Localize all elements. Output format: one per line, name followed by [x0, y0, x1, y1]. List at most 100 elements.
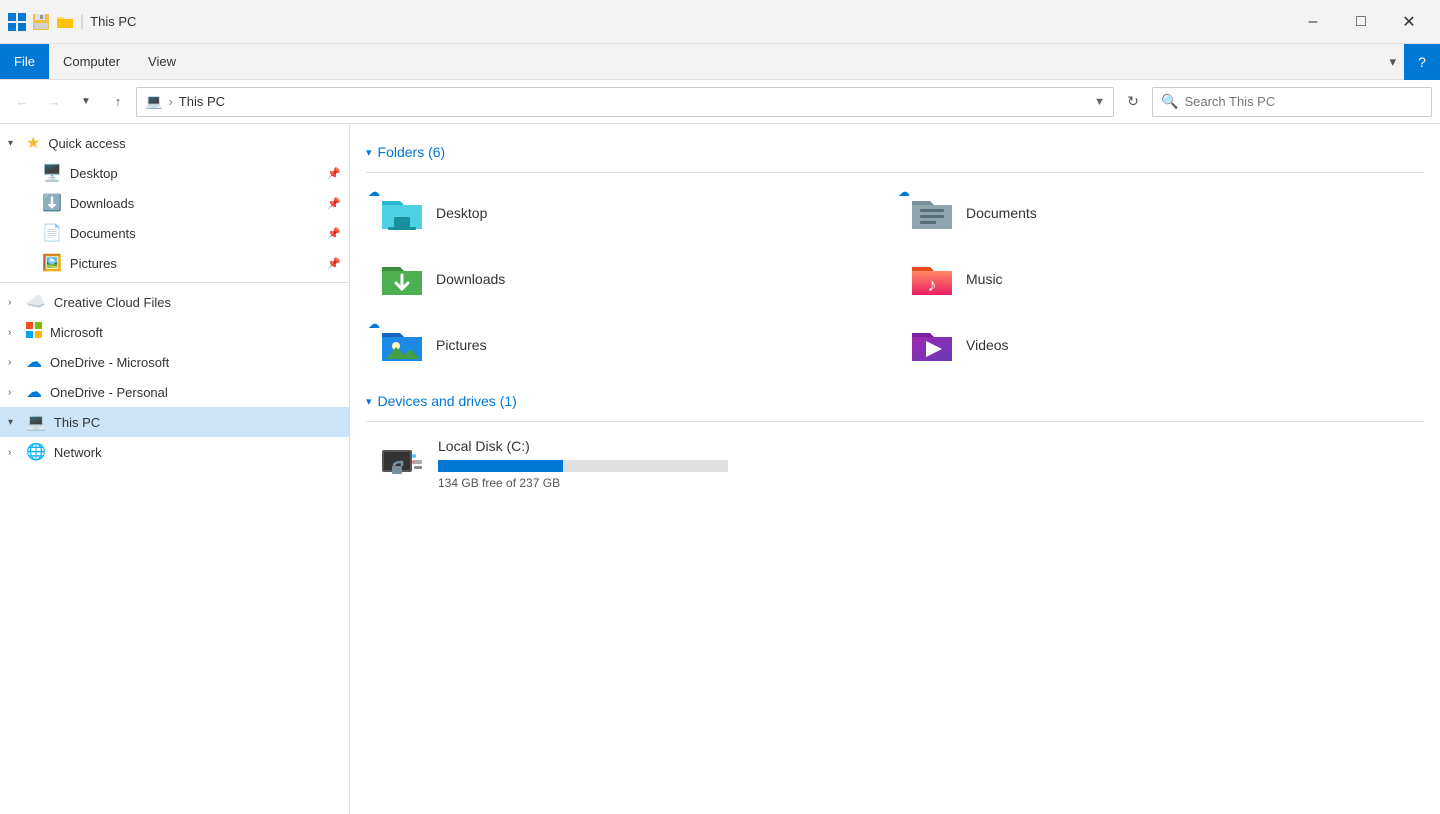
menu-file[interactable]: File — [0, 44, 49, 79]
sidebar-microsoft-label: Microsoft — [50, 325, 103, 340]
chevron-right-icon-5: › — [8, 447, 22, 458]
menu-computer[interactable]: Computer — [49, 44, 134, 79]
folder-downloads[interactable]: Downloads — [366, 247, 894, 311]
documents-folder-icon: 📄 — [42, 223, 62, 243]
address-dropdown-button[interactable]: ▼ — [1094, 96, 1105, 108]
path-thispc: This PC — [179, 94, 225, 109]
drive-c-name: Local Disk (C:) — [438, 438, 774, 454]
sidebar-quickaccess[interactable]: ▾ ★ Quick access — [0, 128, 349, 158]
sidebar-item-pictures[interactable]: 🖼️ Pictures 📌 — [0, 248, 349, 278]
drive-c-space: 134 GB free of 237 GB — [438, 476, 774, 490]
folder-documents[interactable]: ☁ Documents — [896, 181, 1424, 245]
forward-button[interactable]: → — [40, 88, 68, 116]
menu-bar: File Computer View ▾ ? — [0, 44, 1440, 80]
sidebar-onedrive-personal-label: OneDrive - Personal — [50, 385, 168, 400]
pictures-folder-icon: 🖼️ — [42, 253, 62, 273]
sidebar: ▾ ★ Quick access 🖥️ Desktop 📌 ⬇️ Downloa… — [0, 124, 350, 814]
ribbon-collapse-button[interactable]: ▾ — [1389, 54, 1396, 70]
star-icon: ★ — [26, 133, 40, 153]
folder-music[interactable]: ♪ Music — [896, 247, 1424, 311]
minimize-button[interactable]: – — [1290, 6, 1336, 38]
sidebar-item-thispc[interactable]: ▾ 💻 This PC — [0, 407, 349, 437]
drive-local-c[interactable]: Local Disk (C:) 134 GB free of 237 GB — [366, 430, 786, 498]
microsoft-icon — [26, 322, 42, 343]
devices-section-header[interactable]: ▾ Devices and drives (1) — [366, 393, 1424, 409]
maximize-button[interactable]: □ — [1338, 6, 1384, 38]
cloud-icon-desktop: ☁ — [368, 185, 380, 199]
folder-desktop-icon-wrap: ☁ — [378, 189, 426, 237]
chevron-down-icon-2: ▾ — [8, 417, 22, 428]
sidebar-network-label: Network — [54, 445, 102, 460]
back-button[interactable]: ← — [8, 88, 36, 116]
sidebar-item-desktop[interactable]: 🖥️ Desktop 📌 — [0, 158, 349, 188]
pin-icon-3: 📌 — [327, 227, 341, 240]
thispc-icon: 💻 — [26, 412, 46, 432]
search-icon: 🔍 — [1161, 93, 1178, 110]
address-path[interactable]: 💻 › This PC ▼ — [136, 87, 1114, 117]
sidebar-item-network[interactable]: › 🌐 Network — [0, 437, 349, 467]
folder-music-icon-wrap: ♪ — [908, 255, 956, 303]
title-bar-left: | This PC — [8, 13, 136, 31]
folder-pictures-name: Pictures — [436, 337, 487, 353]
title-bar: | This PC – □ ✕ — [0, 0, 1440, 44]
folder-desktop[interactable]: ☁ Desktop — [366, 181, 894, 245]
up-button[interactable]: ↑ — [104, 88, 132, 116]
sidebar-thispc-label: This PC — [54, 415, 100, 430]
folder-desktop-svg — [378, 189, 426, 237]
folder-desktop-name: Desktop — [436, 205, 487, 221]
folder-videos-svg — [908, 321, 956, 369]
recent-button[interactable]: ▼ — [72, 88, 100, 116]
folder-pictures-icon-wrap: ☁ — [378, 321, 426, 369]
floppy-icon[interactable] — [32, 13, 50, 31]
folder-videos-icon-wrap — [908, 321, 956, 369]
chevron-down-icon: ▾ — [8, 138, 22, 149]
sidebar-pictures-label: Pictures — [70, 256, 117, 271]
devices-chevron-icon: ▾ — [366, 395, 372, 408]
folder-videos[interactable]: Videos — [896, 313, 1424, 377]
pin-icon-2: 📌 — [327, 197, 341, 210]
onedrive-ms-icon: ☁ — [26, 352, 42, 372]
drives-section: Local Disk (C:) 134 GB free of 237 GB — [366, 430, 1424, 498]
drive-c-icon-wrap — [378, 440, 426, 488]
pin-icon-4: 📌 — [327, 257, 341, 270]
creative-cloud-icon: ☁️ — [26, 292, 46, 312]
folders-section-header[interactable]: ▾ Folders (6) — [366, 144, 1424, 160]
sidebar-item-onedrive-ms[interactable]: › ☁ OneDrive - Microsoft — [0, 347, 349, 377]
help-button[interactable]: ? — [1404, 44, 1440, 80]
close-button[interactable]: ✕ — [1386, 6, 1432, 38]
main-layout: ▾ ★ Quick access 🖥️ Desktop 📌 ⬇️ Downloa… — [0, 124, 1440, 814]
drive-c-bar-fill — [438, 460, 563, 472]
sidebar-item-microsoft[interactable]: › Microsoft — [0, 317, 349, 347]
folder-icon[interactable] — [56, 13, 74, 31]
folder-music-svg: ♪ — [908, 255, 956, 303]
folder-documents-icon-wrap: ☁ — [908, 189, 956, 237]
sidebar-item-creative-cloud[interactable]: › ☁️ Creative Cloud Files — [0, 287, 349, 317]
refresh-button[interactable]: ↻ — [1118, 87, 1148, 117]
menu-view[interactable]: View — [134, 44, 190, 79]
search-input[interactable] — [1184, 94, 1423, 109]
sidebar-item-documents[interactable]: 📄 Documents 📌 — [0, 218, 349, 248]
sidebar-item-downloads[interactable]: ⬇️ Downloads 📌 — [0, 188, 349, 218]
title-text: This PC — [90, 14, 136, 29]
pin-icon: 📌 — [327, 167, 341, 180]
window-controls: – □ ✕ — [1290, 6, 1432, 38]
folder-pictures[interactable]: ☁ Pictures — [366, 313, 894, 377]
devices-label: Devices and drives (1) — [378, 393, 517, 409]
search-box[interactable]: 🔍 — [1152, 87, 1432, 117]
sidebar-item-onedrive-personal[interactable]: › ☁ OneDrive - Personal — [0, 377, 349, 407]
sidebar-creative-cloud-label: Creative Cloud Files — [54, 295, 171, 310]
network-icon: 🌐 — [26, 442, 46, 462]
content-area: ▾ Folders (6) ☁ Desktop — [350, 124, 1440, 814]
drive-c-bar-bg — [438, 460, 728, 472]
window-icon — [8, 13, 26, 31]
onedrive-personal-icon: ☁ — [26, 382, 42, 402]
cloud-icon-pictures: ☁ — [368, 317, 380, 331]
path-separator: › — [168, 94, 172, 109]
sidebar-downloads-label: Downloads — [70, 196, 134, 211]
sidebar-onedrive-ms-label: OneDrive - Microsoft — [50, 355, 169, 370]
sidebar-documents-label: Documents — [70, 226, 136, 241]
svg-text:♪: ♪ — [928, 275, 937, 295]
folder-documents-name: Documents — [966, 205, 1037, 221]
chevron-right-icon: › — [8, 297, 22, 308]
folder-documents-svg — [908, 189, 956, 237]
